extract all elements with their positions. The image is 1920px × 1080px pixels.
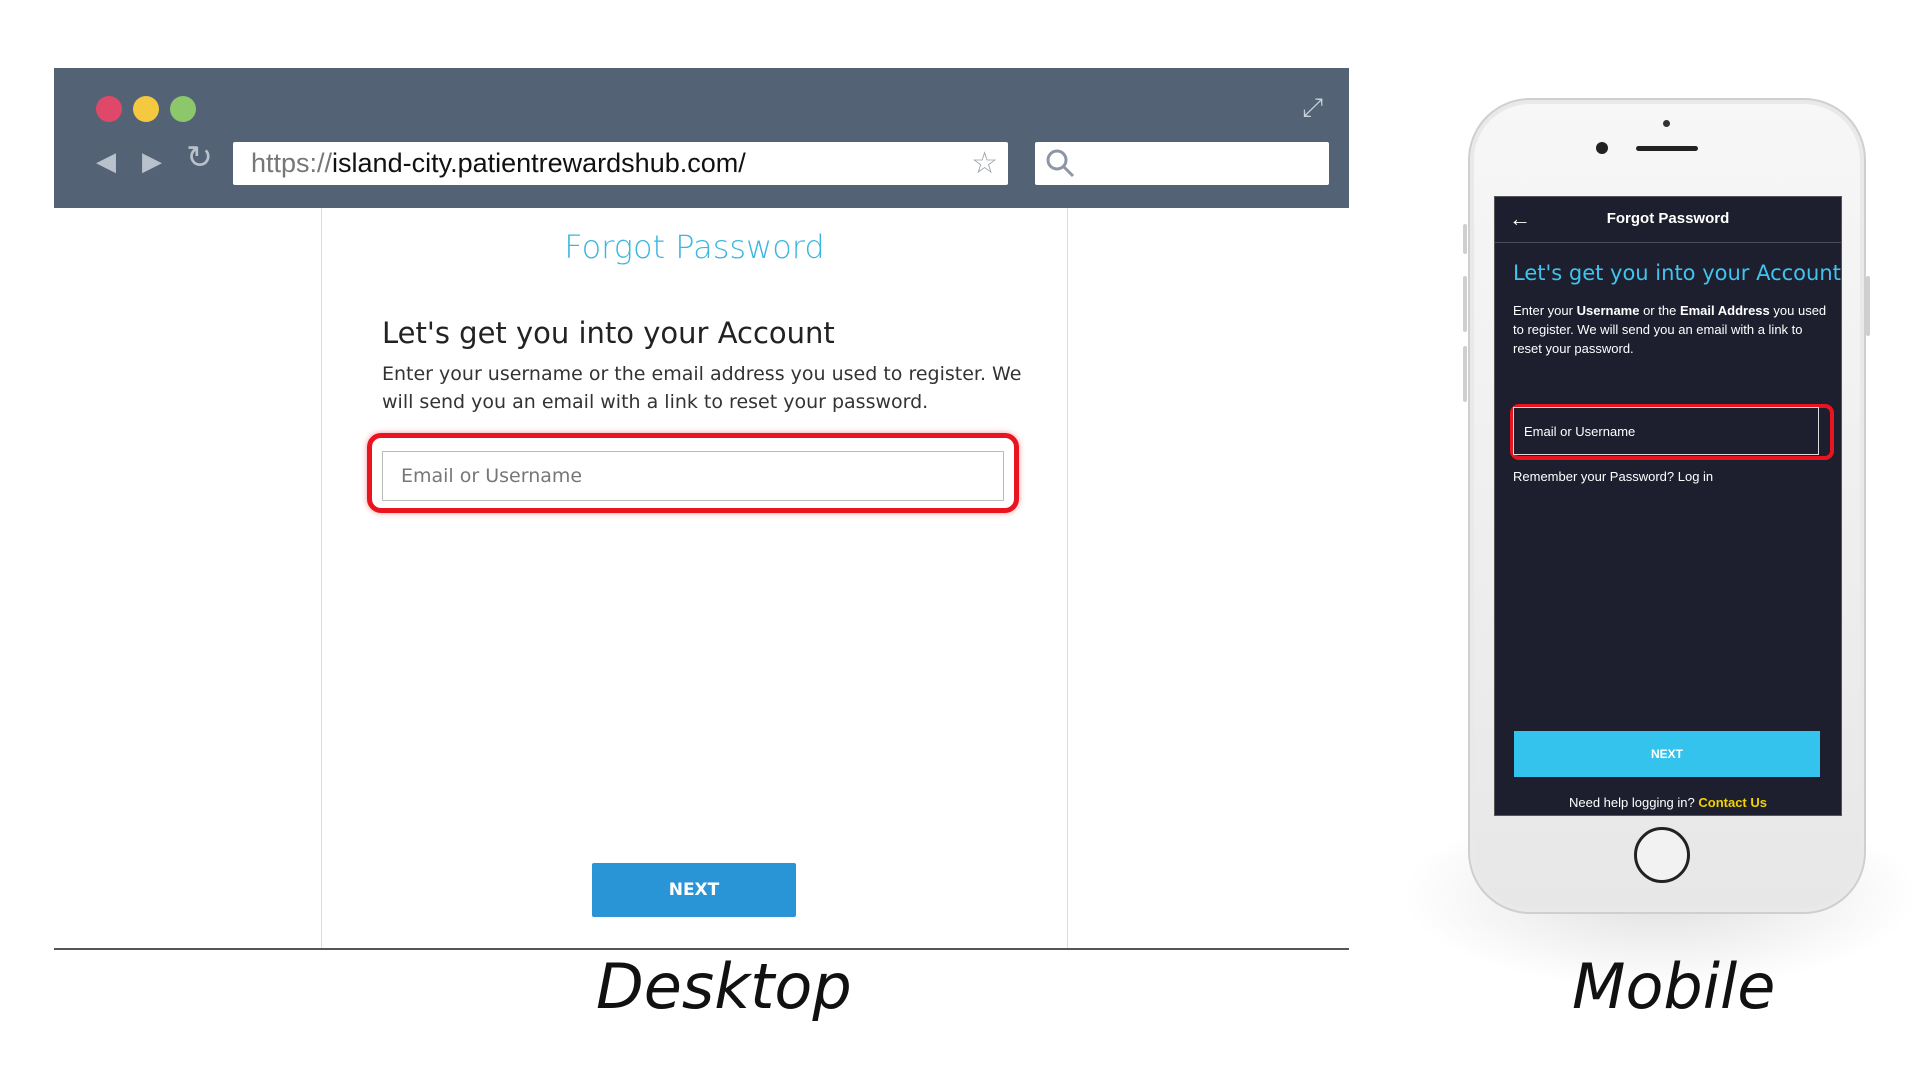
maximize-window-button[interactable]	[170, 96, 196, 122]
page-title: Forgot Password	[564, 228, 825, 266]
phone-device: ← Forgot Password Let's get you into you…	[1463, 98, 1870, 914]
url-text: https://island-city.patientrewardshub.co…	[251, 148, 746, 179]
desktop-caption: Desktop	[596, 950, 852, 1023]
mobile-email-username-input[interactable]	[1513, 407, 1819, 455]
home-button[interactable]	[1634, 827, 1690, 883]
page-heading: Let's get you into your Account	[382, 316, 835, 350]
url-protocol: https://	[251, 148, 333, 178]
mobile-next-button[interactable]: NEXT	[1514, 731, 1820, 777]
volume-down-button	[1463, 346, 1467, 402]
help-text: Need help logging in? Contact Us	[1495, 795, 1841, 810]
front-camera	[1596, 142, 1608, 154]
browser-chrome: ⤢ ◀ ▶ ↻ https://island-city.patientrewar…	[54, 68, 1349, 208]
search-icon	[1046, 149, 1075, 178]
contact-us-link[interactable]: Contact Us	[1698, 795, 1767, 810]
minimize-window-button[interactable]	[133, 96, 159, 122]
mobile-caption: Mobile	[1572, 950, 1776, 1023]
mute-switch	[1463, 224, 1467, 254]
desc-bold-email: Email Address	[1679, 303, 1770, 318]
next-button[interactable]: NEXT	[592, 863, 796, 917]
mobile-description: Enter your Username or the Email Address…	[1513, 301, 1829, 358]
mobile-header: ← Forgot Password	[1495, 197, 1841, 243]
help-label: Need help logging in?	[1568, 795, 1699, 810]
email-username-input[interactable]	[382, 451, 1004, 501]
desktop-page: Forgot Password Let's get you into your …	[321, 208, 1068, 948]
star-icon[interactable]: ☆	[971, 146, 998, 181]
mobile-header-title: Forgot Password	[1606, 210, 1730, 227]
expand-icon[interactable]: ⤢	[1302, 94, 1323, 120]
proximity-sensor	[1663, 120, 1670, 127]
volume-up-button	[1463, 276, 1467, 332]
back-icon[interactable]: ◀	[96, 148, 116, 174]
power-button	[1866, 276, 1870, 336]
close-window-button[interactable]	[96, 96, 122, 122]
browser-search-box[interactable]	[1035, 142, 1329, 185]
mobile-screen: ← Forgot Password Let's get you into you…	[1494, 196, 1842, 816]
desc-text: or the	[1639, 303, 1680, 318]
mobile-heading: Let's get you into your Account	[1513, 261, 1841, 285]
address-bar[interactable]: https://island-city.patientrewardshub.co…	[233, 142, 1008, 185]
login-link[interactable]: Remember your Password? Log in	[1513, 469, 1713, 484]
url-host: island-city.patientrewardshub.com/	[332, 148, 746, 178]
desc-bold-username: Username	[1576, 303, 1640, 318]
reload-icon[interactable]: ↻	[186, 141, 213, 173]
earpiece-speaker	[1636, 146, 1698, 151]
page-description: Enter your username or the email address…	[382, 363, 1022, 413]
forward-icon[interactable]: ▶	[142, 148, 162, 174]
desc-text: Enter your	[1513, 303, 1577, 318]
